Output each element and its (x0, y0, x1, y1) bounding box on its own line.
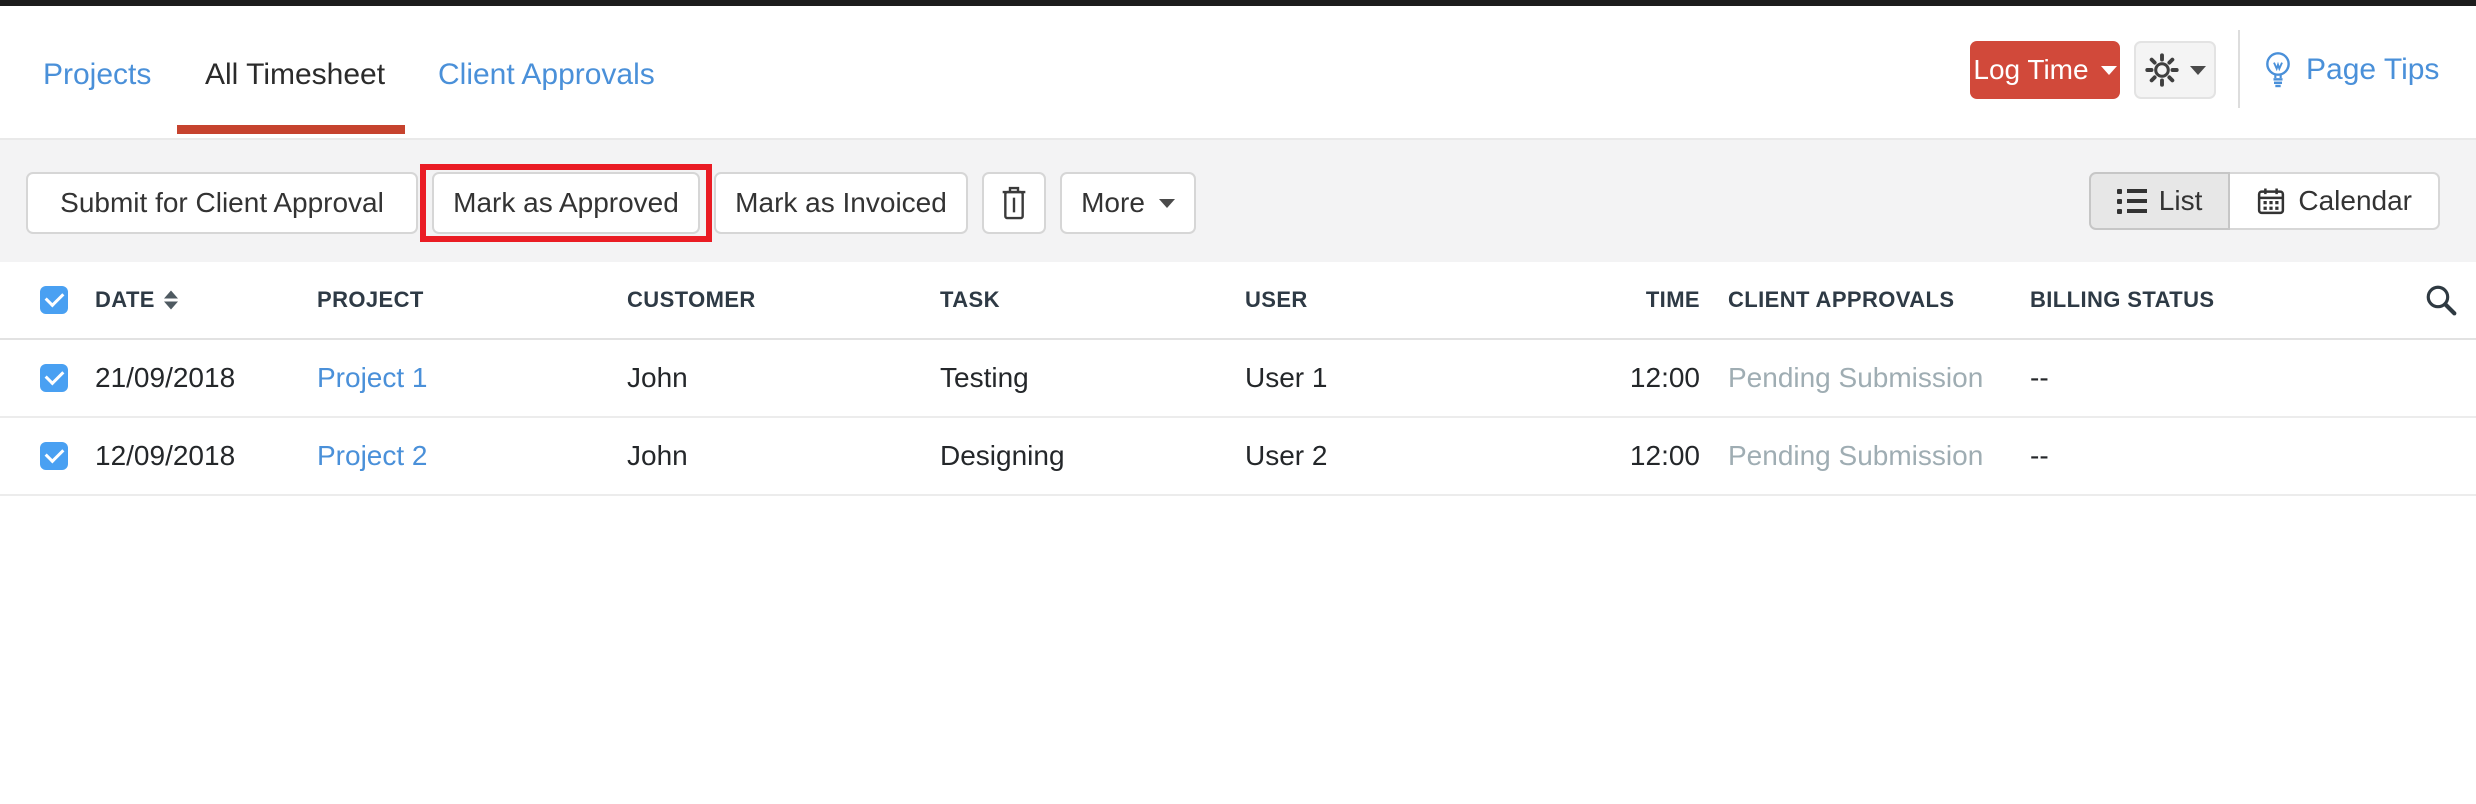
checkmark-icon (45, 444, 65, 464)
calendar-label: Calendar (2298, 185, 2412, 217)
lightbulb-icon (2262, 50, 2294, 90)
select-all-checkbox[interactable] (40, 286, 68, 314)
settings-button[interactable] (2134, 41, 2216, 99)
cell-date: 12/09/2018 (95, 440, 235, 472)
column-header-task: TASK (940, 287, 1000, 313)
log-time-label: Log Time (1973, 54, 2088, 86)
page-header: Projects All Timesheet Client Approvals … (0, 6, 2476, 140)
search-icon[interactable] (2424, 283, 2458, 317)
delete-button[interactable] (982, 172, 1046, 234)
cell-date: 21/09/2018 (95, 362, 235, 394)
column-header-user: USER (1245, 287, 1308, 313)
more-button[interactable]: More (1060, 172, 1196, 234)
mark-as-approved-button[interactable]: Mark as Approved (432, 172, 700, 234)
tab-projects[interactable]: Projects (43, 58, 151, 92)
cell-project-link[interactable]: Project 1 (317, 362, 428, 394)
mark-as-invoiced-button[interactable]: Mark as Invoiced (714, 172, 968, 234)
row-checkbox[interactable] (40, 442, 68, 470)
caret-down-icon (2101, 66, 2117, 75)
cell-billing-status: -- (2030, 362, 2049, 394)
header-divider (2238, 30, 2240, 108)
cell-task: Testing (940, 362, 1029, 394)
caret-down-icon (1159, 199, 1175, 208)
more-label: More (1081, 187, 1145, 219)
action-toolbar: Submit for Client Approval Mark as Appro… (0, 140, 2476, 262)
cell-project-link[interactable]: Project 2 (317, 440, 428, 472)
page-tips-link[interactable]: Page Tips (2262, 50, 2439, 90)
list-icon (2117, 189, 2147, 214)
timesheet-page: Projects All Timesheet Client Approvals … (0, 0, 2476, 804)
cell-customer: John (627, 362, 688, 394)
invoice-label: Mark as Invoiced (735, 187, 947, 219)
cell-task: Designing (940, 440, 1065, 472)
column-header-customer: CUSTOMER (627, 287, 756, 313)
caret-down-icon (2190, 66, 2206, 75)
cell-user: User 2 (1245, 440, 1327, 472)
row-checkbox[interactable] (40, 364, 68, 392)
tab-client-approvals[interactable]: Client Approvals (438, 58, 655, 92)
column-header-time: TIME (1500, 287, 1700, 313)
list-label: List (2159, 185, 2203, 217)
calendar-icon (2256, 186, 2286, 216)
cell-customer: John (627, 440, 688, 472)
checkmark-icon (45, 288, 65, 308)
calendar-view-button[interactable]: Calendar (2228, 172, 2440, 230)
list-view-button[interactable]: List (2089, 172, 2231, 230)
column-header-project: PROJECT (317, 287, 424, 313)
submit-for-client-approval-button[interactable]: Submit for Client Approval (26, 172, 418, 234)
column-header-client-approvals: CLIENT APPROVALS (1728, 287, 1954, 313)
cell-client-approval-status: Pending Submission (1728, 440, 1983, 472)
log-time-button[interactable]: Log Time (1970, 41, 2120, 99)
cell-time: 12:00 (1500, 362, 1700, 394)
approve-label: Mark as Approved (453, 187, 679, 219)
cell-time: 12:00 (1500, 440, 1700, 472)
tab-all-timesheet[interactable]: All Timesheet (205, 58, 385, 92)
timesheet-table: DATE PROJECT CUSTOMER TASK USER TIME CLI… (0, 262, 2476, 496)
active-tab-underline (177, 125, 405, 134)
cell-client-approval-status: Pending Submission (1728, 362, 1983, 394)
column-header-date[interactable]: DATE (95, 287, 155, 313)
cell-user: User 1 (1245, 362, 1327, 394)
gear-icon (2144, 52, 2180, 88)
submit-label: Submit for Client Approval (60, 187, 384, 219)
table-header-row: DATE PROJECT CUSTOMER TASK USER TIME CLI… (0, 262, 2476, 340)
table-row[interactable]: 21/09/2018 Project 1 John Testing User 1… (0, 340, 2476, 418)
column-header-billing-status: BILLING STATUS (2030, 287, 2214, 313)
view-toggle: List Calendar (2089, 172, 2440, 230)
table-row[interactable]: 12/09/2018 Project 2 John Designing User… (0, 418, 2476, 496)
checkmark-icon (45, 366, 65, 386)
cell-billing-status: -- (2030, 440, 2049, 472)
sort-arrows-icon[interactable] (164, 291, 178, 310)
trash-icon (998, 184, 1030, 222)
page-tips-label: Page Tips (2306, 53, 2439, 87)
